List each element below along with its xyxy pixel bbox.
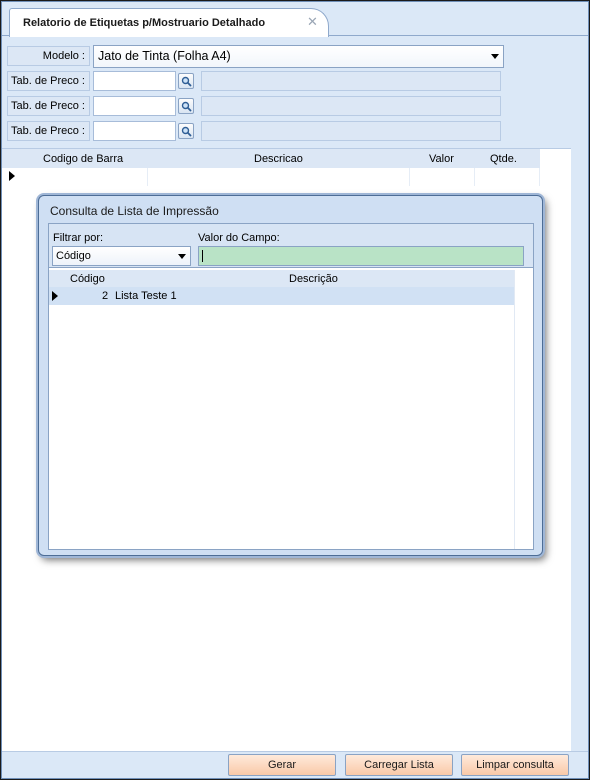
tab-preco-input-3[interactable] [93, 121, 176, 141]
field-value-input[interactable] [198, 246, 524, 266]
filter-select[interactable]: Código [52, 246, 191, 266]
magnifier-icon [181, 101, 192, 112]
tab-preco-label-3: Tab. de Preco : [7, 121, 90, 141]
tab-title: Relatorio de Etiquetas p/Mostruario Deta… [23, 17, 266, 29]
close-icon[interactable]: ✕ [307, 14, 318, 30]
modelo-label: Modelo : [7, 46, 90, 66]
tab-preco-desc-2 [201, 96, 501, 116]
search-button-1[interactable] [178, 73, 194, 89]
chevron-down-icon [491, 54, 499, 59]
modelo-select[interactable]: Jato de Tinta (Folha A4) [93, 45, 504, 68]
modelo-value: Jato de Tinta (Folha A4) [98, 49, 231, 63]
tab-preco-input-1[interactable] [93, 71, 176, 91]
limpar-consulta-button[interactable]: Limpar consulta [461, 754, 569, 776]
row-codigo: 2 [102, 290, 109, 302]
filter-label: Filtrar por: [53, 232, 104, 244]
grid-divider [409, 168, 410, 186]
search-button-2[interactable] [178, 98, 194, 114]
magnifier-icon [181, 126, 192, 137]
row-descricao: Lista Teste 1 [115, 290, 177, 302]
row-indicator-icon [52, 291, 58, 301]
filter-value: Código [56, 250, 91, 262]
grid-side-panel [571, 148, 588, 751]
search-button-3[interactable] [178, 123, 194, 139]
chevron-down-icon [178, 254, 186, 259]
magnifier-icon [181, 76, 192, 87]
dialog-title: Consulta de Lista de Impressão [50, 204, 219, 218]
consulta-dialog: Consulta de Lista de Impressão Filtrar p… [38, 195, 543, 556]
column-header-valor[interactable]: Valor [429, 153, 454, 165]
grid-divider [147, 168, 148, 186]
column-header-codigo-barra[interactable]: Codigo de Barra [43, 153, 123, 165]
tab-preco-input-2[interactable] [93, 96, 176, 116]
column-header-descricao[interactable]: Descricao [254, 153, 303, 165]
dialog-content: Filtrar por: Código Valor do Campo: Códi… [48, 223, 534, 550]
tab-report[interactable]: Relatorio de Etiquetas p/Mostruario Deta… [9, 8, 329, 37]
tab-strip: Relatorio de Etiquetas p/Mostruario Deta… [2, 2, 588, 37]
grid-divider [539, 168, 540, 186]
gerar-button[interactable]: Gerar [228, 754, 336, 776]
carregar-lista-button[interactable]: Carregar Lista [345, 754, 453, 776]
tab-preco-label-1: Tab. de Preco : [7, 71, 90, 91]
results-scrollbar[interactable] [514, 270, 533, 549]
column-header-codigo[interactable]: Código [70, 273, 105, 285]
column-header-qtde[interactable]: Qtde. [490, 153, 517, 165]
text-caret [202, 250, 203, 262]
grid-header: Codigo de Barra Descricao Valor Qtde. [2, 149, 540, 168]
tab-preco-label-2: Tab. de Preco : [7, 96, 90, 116]
tab-preco-desc-3 [201, 121, 501, 141]
row-indicator-icon [9, 171, 15, 181]
results-header: Código Descrição [49, 270, 514, 287]
column-header-descricao[interactable]: Descrição [289, 273, 338, 285]
field-value-label: Valor do Campo: [198, 232, 280, 244]
table-row[interactable]: 2 Lista Teste 1 [49, 287, 514, 305]
filter-panel: Filtrar por: Código Valor do Campo: [49, 224, 533, 268]
tab-preco-desc-1 [201, 71, 501, 91]
grid-divider [474, 168, 475, 186]
